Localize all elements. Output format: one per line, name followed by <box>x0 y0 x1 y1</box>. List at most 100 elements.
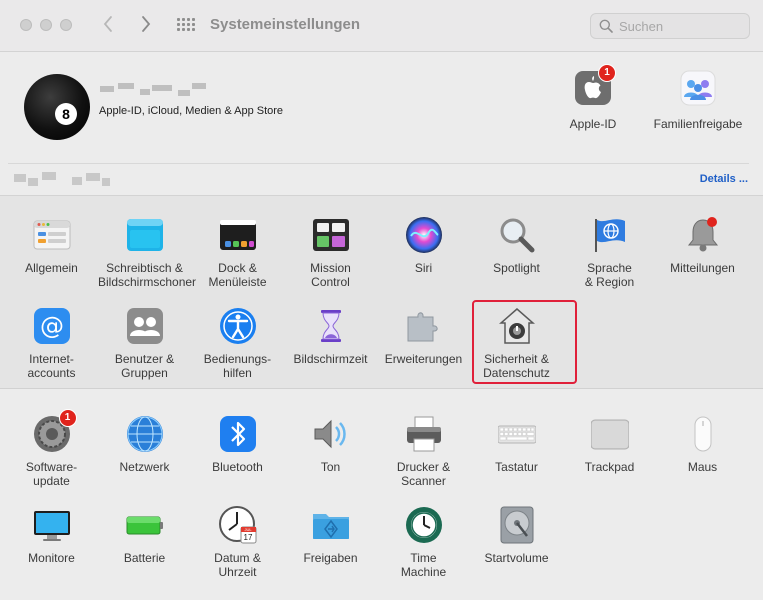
titlebar: Systemeinstellungen <box>0 0 763 52</box>
pref-time-machine[interactable]: Time Machine <box>377 506 470 579</box>
back-button[interactable] <box>102 14 114 39</box>
hard-disk-icon <box>498 506 536 544</box>
redacted-storage-info <box>14 172 110 188</box>
apple-id-badge: 1 <box>598 64 616 82</box>
search-input[interactable] <box>619 17 744 35</box>
pref-date-time[interactable]: JUL 17 Datum & Uhrzeit <box>191 506 284 579</box>
at-sign-icon: @ <box>33 307 71 345</box>
personal-preferences-section: Allgemein Schreibtisch & Bildschirmschon… <box>0 195 763 388</box>
pref-siri[interactable]: Siri <box>377 216 470 275</box>
accessibility-icon <box>219 307 257 345</box>
pref-battery[interactable]: Batterie <box>98 506 191 565</box>
family-sharing-label: Familienfreigabe <box>653 117 743 131</box>
pref-label: Schreibtisch & Bildschirmschoner <box>98 261 197 289</box>
pref-label: Sprache & Region <box>584 261 635 289</box>
divider <box>8 163 749 164</box>
mouse-icon <box>684 415 722 453</box>
pref-sound[interactable]: Ton <box>284 415 377 474</box>
pref-label: Monitore <box>28 551 75 565</box>
pref-spotlight[interactable]: Spotlight <box>470 216 563 275</box>
bluetooth-icon <box>219 415 257 453</box>
siri-icon <box>405 216 443 254</box>
apple-id-button[interactable]: 1 Apple-ID <box>560 64 626 131</box>
pref-mouse[interactable]: Maus <box>656 415 749 474</box>
calendar-day: 17 <box>243 533 253 542</box>
avatar[interactable]: 8 <box>24 74 90 140</box>
calendar-month: JUL <box>244 527 252 532</box>
pref-screen-time[interactable]: Bildschirmzeit <box>284 307 377 366</box>
pref-accessibility[interactable]: Bedienungs- hilfen <box>191 307 284 380</box>
chevron-left-icon <box>103 16 112 32</box>
account-area: 8 Apple-ID, iCloud, Medien & App Store 1… <box>0 52 763 195</box>
family-sharing-button[interactable]: Familienfreigabe <box>646 70 750 131</box>
puzzle-piece-icon <box>405 307 443 345</box>
pref-mission-control[interactable]: Mission Control <box>284 216 377 289</box>
pref-label: Erweiterungen <box>384 352 463 366</box>
desktop-screensaver-icon <box>126 216 164 254</box>
pref-software-update[interactable]: 1 Software- update <box>5 409 98 488</box>
pref-language-region[interactable]: Sprache & Region <box>563 216 656 289</box>
pref-label: Batterie <box>123 551 166 565</box>
pref-label: Mission Control <box>310 261 351 289</box>
pref-general[interactable]: Allgemein <box>5 216 98 275</box>
forward-button[interactable] <box>140 14 152 39</box>
close-window-button[interactable] <box>20 19 32 31</box>
zoom-window-button[interactable] <box>60 19 72 31</box>
pref-label: Spotlight <box>493 261 540 275</box>
gear-icon: 1 <box>33 409 77 453</box>
trackpad-icon <box>590 415 629 453</box>
pref-label: Maus <box>687 460 718 474</box>
pref-desktop-screensaver[interactable]: Schreibtisch & Bildschirmschoner <box>98 216 197 289</box>
pref-label: Bedienungs- hilfen <box>203 352 272 380</box>
pref-label: Software- update <box>25 460 78 488</box>
system-preferences-window: Systemeinstellungen 8 Apple-ID, iCloud, … <box>0 0 763 600</box>
redacted-user-name <box>100 83 206 97</box>
pref-label: Trackpad <box>584 460 635 474</box>
pref-notifications[interactable]: Mitteilungen <box>656 216 749 275</box>
show-all-button[interactable] <box>177 17 195 35</box>
eight-ball-icon: 8 <box>55 103 77 125</box>
pref-label: Ton <box>320 460 341 474</box>
search-field[interactable] <box>590 13 750 39</box>
window-title: Systemeinstellungen <box>210 16 361 33</box>
pref-bluetooth[interactable]: Bluetooth <box>191 415 284 474</box>
svg-text:@: @ <box>40 312 64 340</box>
general-icon <box>33 216 71 254</box>
pref-extensions[interactable]: Erweiterungen <box>377 307 470 366</box>
pref-users-groups[interactable]: Benutzer & Gruppen <box>98 307 191 380</box>
pref-trackpad[interactable]: Trackpad <box>563 415 656 474</box>
pref-label: Startvolume <box>484 551 549 565</box>
apple-id-label: Apple-ID <box>569 117 617 131</box>
flag-globe-icon <box>591 216 629 254</box>
pref-label: Bluetooth <box>212 460 263 474</box>
pref-label: Internet- accounts <box>27 352 76 380</box>
pref-label: Bildschirmzeit <box>293 352 368 366</box>
pref-internet-accounts[interactable]: @ Internet- accounts <box>5 307 98 380</box>
hardware-preferences-section: 1 Software- update Netzwerk Bluetooth To… <box>0 388 763 600</box>
software-update-badge: 1 <box>58 409 77 427</box>
pref-label: Dock & Menüleiste <box>208 261 267 289</box>
minimize-window-button[interactable] <box>40 19 52 31</box>
magnifier-icon <box>498 216 536 254</box>
pref-label: Benutzer & Gruppen <box>114 352 175 380</box>
pref-dock-menubar[interactable]: Dock & Menüleiste <box>191 216 284 289</box>
pref-network[interactable]: Netzwerk <box>98 415 191 474</box>
pref-label: Siri <box>414 261 433 275</box>
pref-label: Time Machine <box>400 551 447 579</box>
family-sharing-icon <box>680 70 716 106</box>
time-machine-icon <box>405 506 443 544</box>
search-icon <box>599 19 613 33</box>
account-subtitle: Apple-ID, iCloud, Medien & App Store <box>99 105 284 117</box>
chevron-right-icon <box>142 16 151 32</box>
battery-icon <box>126 506 164 544</box>
pref-printers-scanners[interactable]: Drucker & Scanner <box>377 415 470 488</box>
pref-label: Datum & Uhrzeit <box>214 551 261 579</box>
pref-keyboard[interactable]: Tastatur <box>470 415 563 474</box>
pref-startup-disk[interactable]: Startvolume <box>470 506 563 565</box>
sharing-folder-icon <box>312 506 350 544</box>
pref-sharing[interactable]: Freigaben <box>284 506 377 565</box>
apple-id-icon: 1 <box>575 64 616 106</box>
pref-displays[interactable]: Monitore <box>5 506 98 565</box>
pref-label: Freigaben <box>303 551 358 565</box>
details-link[interactable]: Details ... <box>700 173 748 185</box>
